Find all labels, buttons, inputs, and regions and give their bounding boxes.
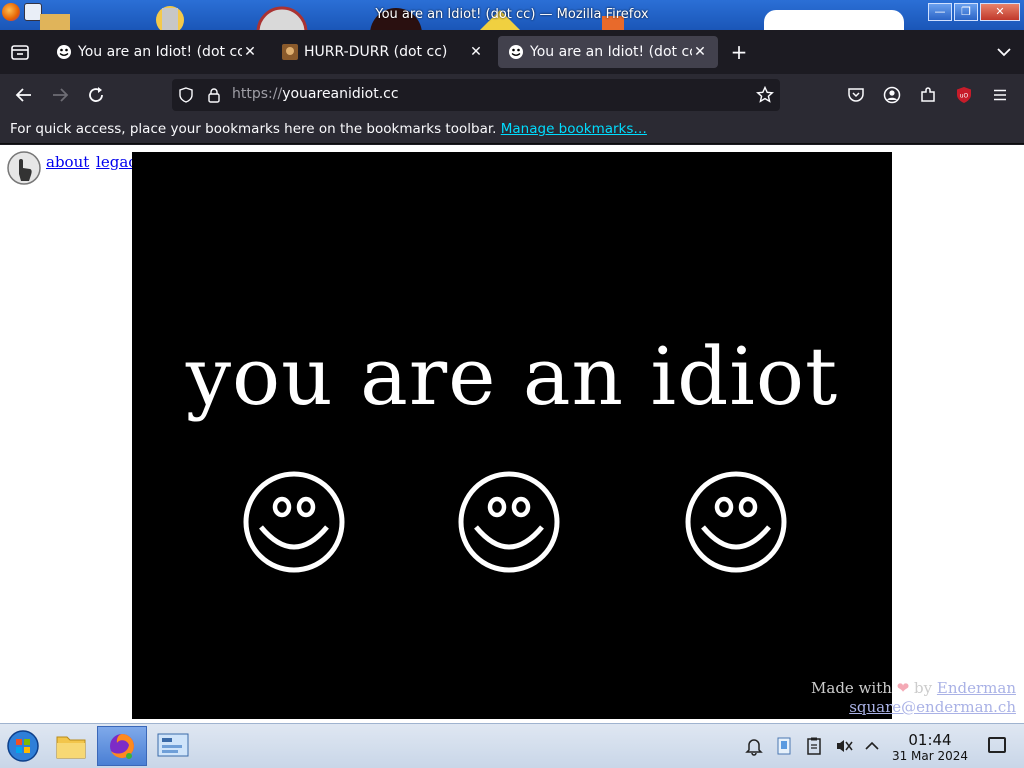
list-all-tabs-chevron-icon[interactable] — [994, 42, 1014, 62]
clipboard-icon[interactable] — [804, 736, 824, 756]
heart-icon: ❤ — [896, 679, 910, 697]
extensions-puzzle-icon[interactable] — [919, 86, 937, 104]
footer-credit: Made with ❤ by Enderman square@enderman.… — [811, 679, 1016, 717]
tab-label: You are an Idiot! (dot cc) — [530, 44, 692, 60]
notifications-bell-icon[interactable] — [744, 736, 764, 756]
smiley-favicon-icon — [509, 45, 523, 59]
pocket-icon[interactable] — [847, 86, 865, 104]
smiley-face-icon — [685, 471, 787, 573]
firefox-icon — [110, 734, 134, 759]
taskbar-firefox[interactable] — [97, 726, 147, 766]
clock-date: 31 Mar 2024 — [891, 749, 969, 763]
web-content: about legacy info you are an idiot Made … — [0, 145, 1024, 723]
bookmarks-toolbar: For quick access, place your bookmarks h… — [0, 116, 1024, 144]
nav-link-about[interactable]: about — [46, 153, 89, 171]
author-link[interactable]: Enderman — [937, 679, 1016, 697]
close-tab-icon[interactable]: ✕ — [242, 44, 258, 60]
taskbar-control-panel[interactable] — [150, 726, 196, 766]
volume-muted-icon[interactable] — [834, 736, 854, 756]
headline-text: you are an idiot — [185, 330, 839, 423]
navigation-toolbar: https://youareanidiot.cc uO — [0, 74, 1024, 116]
window-controls: — ❐ ✕ — [928, 3, 1020, 21]
start-button[interactable] — [0, 726, 46, 766]
taskbar: 01:44 31 Mar 2024 — [0, 723, 1024, 768]
idiot-animation-stage[interactable]: you are an idiot — [132, 152, 892, 719]
control-panel-icon — [157, 733, 189, 757]
bookmark-star-icon[interactable] — [756, 86, 774, 104]
folder-icon — [56, 736, 86, 759]
tab-youareanidiot-active[interactable]: You are an Idiot! (dot cc) ✕ — [498, 36, 718, 68]
window-titlebar: You are an Idiot! (dot cc) — Mozilla Fir… — [0, 0, 1024, 30]
credit-line: Made with ❤ by Enderman — [811, 679, 1016, 698]
tab-hurr-durr[interactable]: HURR-DURR (dot cc) ✕ — [272, 36, 494, 68]
close-window-button[interactable]: ✕ — [980, 3, 1020, 21]
hurr-durr-favicon-icon — [282, 44, 298, 60]
chevron-up-icon[interactable] — [862, 736, 882, 756]
email-line: square@enderman.ch — [811, 698, 1016, 717]
new-tab-button[interactable]: + — [728, 42, 750, 64]
manage-bookmarks-link[interactable]: Manage bookmarks… — [501, 121, 647, 137]
tracking-protection-shield-icon[interactable] — [178, 87, 194, 103]
maximize-button[interactable]: ❐ — [954, 3, 978, 21]
url-host: youareanidiot.cc — [282, 86, 399, 102]
lock-icon[interactable] — [206, 87, 222, 103]
bookmarks-empty-prompt: For quick access, place your bookmarks h… — [10, 121, 497, 137]
account-icon[interactable] — [883, 86, 901, 104]
tab-label: You are an Idiot! (dot cc) — [78, 44, 242, 60]
clipboard-app-icon[interactable] — [774, 736, 794, 756]
smiley-face-icon — [458, 471, 560, 573]
address-bar[interactable]: https://youareanidiot.cc — [172, 79, 780, 111]
firefox-view-icon[interactable] — [8, 40, 32, 64]
tab-label: HURR-DURR (dot cc) — [304, 44, 448, 60]
hamburger-menu-icon[interactable] — [991, 86, 1009, 104]
url-protocol: https:// — [232, 86, 283, 102]
clock-time: 01:44 — [908, 731, 952, 749]
site-logo-hand-cursor-icon[interactable] — [6, 150, 42, 186]
credit-by: by — [914, 679, 933, 697]
taskbar-file-manager[interactable] — [48, 726, 94, 766]
close-tab-icon[interactable]: ✕ — [468, 44, 484, 60]
url-text[interactable]: https://youareanidiot.cc — [232, 86, 399, 102]
svg-text:uO: uO — [960, 93, 969, 100]
reload-icon[interactable] — [84, 83, 108, 107]
author-email-link[interactable]: square@enderman.ch — [849, 698, 1016, 716]
forward-arrow-icon[interactable] — [48, 83, 72, 107]
tab-youareanidiot-1[interactable]: You are an Idiot! (dot cc) ✕ — [46, 36, 268, 68]
window-title: You are an Idiot! (dot cc) — Mozilla Fir… — [375, 7, 649, 22]
smiley-favicon-icon — [57, 45, 71, 59]
taskbar-clock[interactable]: 01:44 31 Mar 2024 — [880, 731, 980, 763]
tab-strip: You are an Idiot! (dot cc) ✕ HURR-DURR (… — [0, 30, 1024, 74]
credit-prefix: Made with — [811, 679, 892, 697]
windows-start-orb-icon — [7, 730, 39, 762]
smiley-face-icon — [243, 471, 345, 573]
show-desktop-button[interactable] — [988, 737, 1006, 753]
minimize-button[interactable]: — — [928, 3, 952, 21]
back-arrow-icon[interactable] — [12, 83, 36, 107]
ublock-origin-icon[interactable]: uO — [955, 86, 973, 104]
close-tab-icon[interactable]: ✕ — [692, 44, 708, 60]
